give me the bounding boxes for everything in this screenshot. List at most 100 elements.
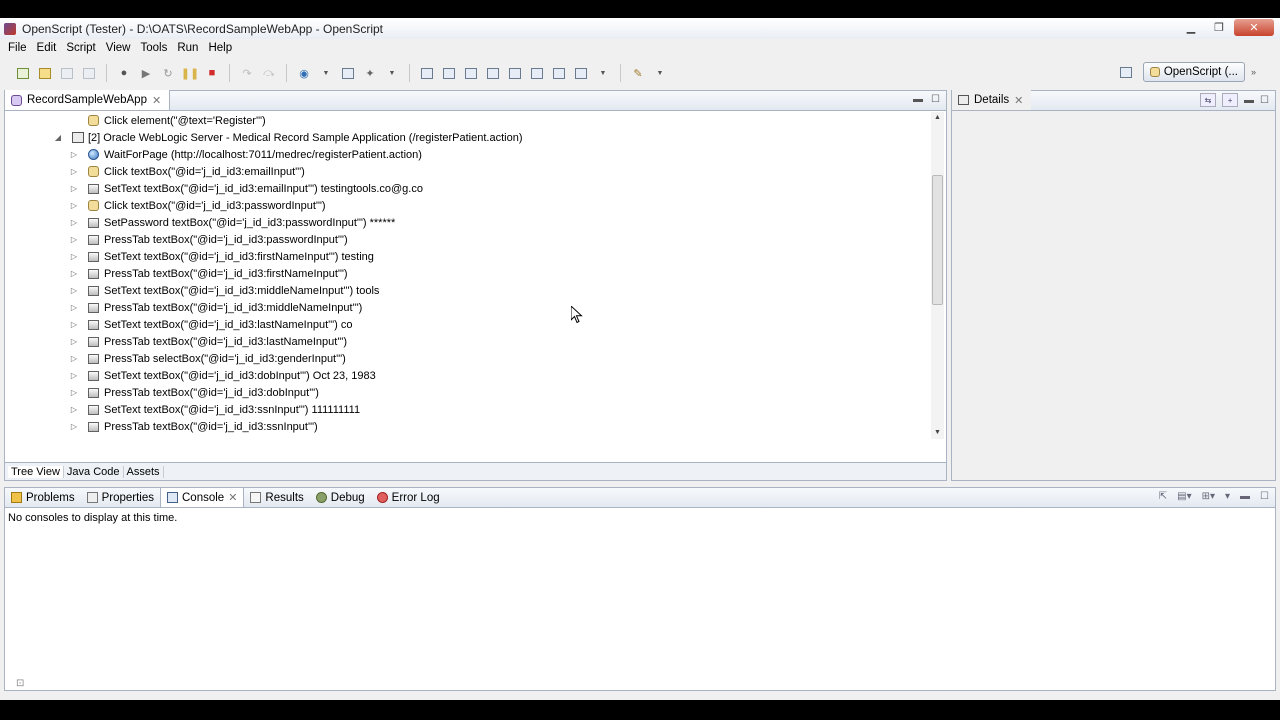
link-editor-icon[interactable]: ⇆ (1200, 93, 1217, 107)
expand-toggle-icon[interactable]: ▷ (69, 337, 79, 346)
tab-debug[interactable]: Debug (310, 488, 371, 507)
play-icon[interactable]: ▶ (138, 65, 154, 81)
tree-row[interactable]: ▷ PressTab textBox("@id='j_id_id3:dobInpu… (69, 384, 319, 401)
maximize-panel-icon[interactable]: ☐ (1260, 95, 1269, 106)
tree-row[interactable]: ▷ PressTab textBox("@id='j_id_id3:passwor… (69, 231, 348, 248)
scrollbar-thumb[interactable] (932, 175, 943, 305)
minimize-panel-icon[interactable]: ▬ (913, 94, 923, 105)
close-tab-icon[interactable]: ✕ (152, 94, 161, 107)
image-icon[interactable] (463, 65, 479, 81)
browser-icon[interactable]: ◉ (296, 65, 312, 81)
tab-recordsamplewebapp[interactable]: RecordSampleWebApp ✕ (5, 90, 171, 110)
tree-row[interactable]: ▷ PressTab textBox("@id='j_id_id3:middleN… (69, 299, 362, 316)
tree-row[interactable]: ▷ SetText textBox("@id='j_id_id3:ssnInput… (69, 401, 360, 418)
close-window-button[interactable]: ✕ (1234, 19, 1274, 36)
tree-row[interactable]: ▷ SetText textBox("@id='j_id_id3:lastName… (69, 316, 353, 333)
tools-icon[interactable]: ✦ (362, 65, 378, 81)
minimize-panel-icon[interactable]: ▬ (1240, 491, 1250, 502)
maximize-panel-icon[interactable]: ☐ (931, 94, 940, 105)
expand-toggle-icon[interactable]: ▷ (69, 405, 79, 414)
expand-toggle-icon[interactable]: ◢ (53, 133, 63, 142)
dropdown-arrow-icon[interactable]: ▼ (595, 65, 611, 81)
open-perspective-icon[interactable] (1118, 64, 1134, 80)
tab-java-code[interactable]: Java Code (64, 465, 124, 478)
open-console-icon[interactable]: ⊞▾ (1202, 491, 1215, 502)
dropdown-arrow-icon[interactable]: ▼ (384, 65, 400, 81)
new-script-icon[interactable] (15, 65, 31, 81)
status-bar-icon[interactable]: ⊡ (16, 678, 24, 689)
tab-console[interactable]: Console ✕ (160, 488, 245, 507)
tree-row[interactable]: ◢ [2] Oracle WebLogic Server - Medical Re… (53, 129, 523, 146)
script-view-icon[interactable] (419, 65, 435, 81)
tab-results[interactable]: Results (244, 488, 309, 507)
tab-tree-view[interactable]: Tree View (8, 465, 64, 478)
scroll-down-icon[interactable]: ▼ (931, 427, 944, 439)
expand-toggle-icon[interactable]: ▷ (69, 235, 79, 244)
open-folder-icon[interactable] (37, 65, 53, 81)
scroll-up-icon[interactable]: ▲ (931, 112, 944, 124)
maximize-button[interactable]: ❐ (1206, 19, 1232, 36)
view-menu-icon[interactable]: ▾ (1225, 491, 1230, 502)
tab-problems[interactable]: Problems (5, 488, 81, 507)
stop-icon[interactable]: ■ (204, 65, 220, 81)
tree-row[interactable]: ▷ WaitForPage (http://localhost:7011/medr… (69, 146, 422, 163)
step-icon[interactable]: ↷ (239, 65, 255, 81)
minimize-button[interactable]: ▁ (1178, 19, 1204, 36)
expand-toggle-icon[interactable]: ▷ (69, 422, 79, 431)
maximize-panel-icon[interactable]: ☐ (1260, 491, 1269, 502)
hierarchy-icon[interactable] (485, 65, 501, 81)
menu-file[interactable]: File (3, 42, 32, 54)
pin-console-icon[interactable]: ⇱ (1159, 491, 1167, 502)
expand-toggle-icon[interactable]: ▷ (69, 354, 79, 363)
tree-row[interactable]: ▷ PressTab textBox("@id='j_id_id3:ssnInpu… (69, 418, 318, 435)
expand-toggle-icon[interactable]: ▷ (69, 303, 79, 312)
close-console-icon[interactable]: ✕ (228, 491, 237, 504)
iterate-icon[interactable]: ↻ (160, 65, 176, 81)
wand-icon[interactable]: ✎ (630, 65, 646, 81)
expand-toggle-icon[interactable]: ▷ (69, 269, 79, 278)
tree-row[interactable]: ▷ Click textBox("@id='j_id_id3:passwordIn… (69, 197, 326, 214)
table-icon[interactable] (529, 65, 545, 81)
openscript-perspective-button[interactable]: OpenScript (... (1142, 62, 1245, 82)
expand-toggle-icon[interactable]: ▷ (69, 286, 79, 295)
filter-icon[interactable] (507, 65, 523, 81)
save-icon[interactable] (59, 65, 75, 81)
close-details-icon[interactable]: ✕ (1014, 94, 1023, 107)
expand-toggle-icon[interactable]: ▷ (69, 184, 79, 193)
tree-row[interactable]: ▷ PressTab textBox("@id='j_id_id3:lastNam… (69, 333, 347, 350)
step-over-icon[interactable]: ⤼ (261, 65, 277, 81)
capture-icon[interactable] (573, 65, 589, 81)
dropdown-arrow-icon[interactable]: ▼ (318, 65, 334, 81)
tree-row[interactable]: ▷ SetText textBox("@id='j_id_id3:dobInput… (69, 367, 376, 384)
variables-icon[interactable] (441, 65, 457, 81)
expand-toggle-icon[interactable]: ▷ (69, 201, 79, 210)
pause-icon[interactable]: ❚❚ (181, 65, 199, 81)
menu-view[interactable]: View (101, 42, 136, 54)
tree-row[interactable]: ▷ SetText textBox("@id='j_id_id3:middleNa… (69, 282, 379, 299)
new-view-icon[interactable]: + (1222, 93, 1239, 107)
expand-toggle-icon[interactable]: ▷ (69, 371, 79, 380)
tab-assets[interactable]: Assets (124, 465, 164, 478)
window-icon[interactable] (551, 65, 567, 81)
menu-run[interactable]: Run (172, 42, 203, 54)
expand-toggle-icon[interactable]: ▷ (69, 218, 79, 227)
tree-row[interactable]: ▷ Click textBox("@id='j_id_id3:emailInput… (69, 163, 305, 180)
print-icon[interactable] (81, 65, 97, 81)
copy-icon[interactable] (340, 65, 356, 81)
tree-row[interactable]: ▷ SetText textBox("@id='j_id_id3:emailInp… (69, 180, 423, 197)
tree-row[interactable]: Click element("@text='Register'") (69, 112, 266, 129)
record-icon[interactable]: ● (116, 65, 132, 81)
menu-tools[interactable]: Tools (135, 42, 172, 54)
tree-row[interactable]: ▷ PressTab selectBox("@id='j_id_id3:gende… (69, 350, 346, 367)
dropdown-arrow-icon[interactable]: ▼ (652, 65, 668, 81)
tab-error-log[interactable]: Error Log (371, 488, 446, 507)
more-perspectives-icon[interactable]: » (1251, 67, 1256, 77)
tree-row[interactable]: ▷ SetText textBox("@id='j_id_id3:firstNam… (69, 248, 374, 265)
menu-help[interactable]: Help (203, 42, 237, 54)
tree-row[interactable]: ▷ SetPassword textBox("@id='j_id_id3:pass… (69, 214, 395, 231)
minimize-panel-icon[interactable]: ▬ (1244, 95, 1254, 106)
expand-toggle-icon[interactable]: ▷ (69, 252, 79, 261)
tree-row[interactable]: ▷ PressTab textBox("@id='j_id_id3:firstNa… (69, 265, 348, 282)
expand-toggle-icon[interactable]: ▷ (69, 150, 79, 159)
menu-script[interactable]: Script (61, 42, 100, 54)
